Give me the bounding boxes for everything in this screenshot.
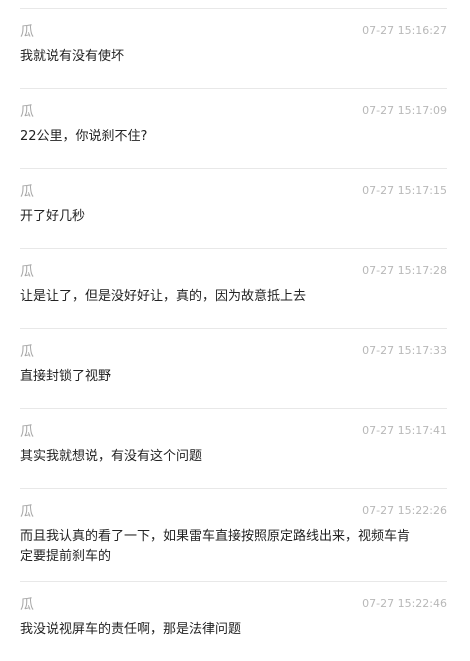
message-timestamp: 07-27 15:17:15 xyxy=(362,184,447,197)
chat-message: 瓜 07-27 15:17:33 直接封锁了视野 xyxy=(20,329,447,409)
chat-message: 瓜 07-27 15:22:26 而且我认真的看了一下，如果雷车直接按照原定路线… xyxy=(20,489,447,582)
message-sender: 瓜 xyxy=(20,104,34,120)
message-sender: 瓜 xyxy=(20,344,34,360)
message-sender: 瓜 xyxy=(20,424,34,440)
message-text: 我没说视屏车的责任啊，那是法律问题 xyxy=(20,622,242,637)
message-text: 其实我就想说，有没有这个问题 xyxy=(20,449,203,464)
message-timestamp: 07-27 15:16:27 xyxy=(362,24,447,37)
message-timestamp: 07-27 15:17:33 xyxy=(362,344,447,357)
chat-message: 瓜 07-27 15:17:41 其实我就想说，有没有这个问题 xyxy=(20,409,447,489)
chat-message-list: 瓜 07-27 15:16:27 我就说有没有使坏 瓜 07-27 15:17:… xyxy=(20,0,447,661)
message-timestamp: 07-27 15:17:28 xyxy=(362,264,447,277)
message-sender: 瓜 xyxy=(20,504,34,520)
message-timestamp: 07-27 15:17:41 xyxy=(362,424,447,437)
message-text: 22公里，你说刹不住? xyxy=(20,129,148,144)
message-timestamp: 07-27 15:17:09 xyxy=(362,104,447,117)
chat-message: 瓜 07-27 15:17:09 22公里，你说刹不住? xyxy=(20,89,447,169)
chat-message: 瓜 07-27 15:22:46 我没说视屏车的责任啊，那是法律问题 xyxy=(20,582,447,661)
message-sender: 瓜 xyxy=(20,597,34,613)
message-sender: 瓜 xyxy=(20,24,34,40)
message-text: 直接封锁了视野 xyxy=(20,369,112,384)
message-timestamp: 07-27 15:22:46 xyxy=(362,597,447,610)
message-text: 而且我认真的看了一下，如果雷车直接按照原定路线出来，视频车肯定要提前刹车的 xyxy=(20,529,411,564)
message-text: 开了好几秒 xyxy=(20,209,86,224)
chat-message: 瓜 07-27 15:16:27 我就说有没有使坏 xyxy=(20,9,447,89)
message-text: 让是让了，但是没好好让，真的，因为故意抵上去 xyxy=(20,289,307,304)
message-sender: 瓜 xyxy=(20,264,34,280)
top-divider xyxy=(20,0,447,9)
message-sender: 瓜 xyxy=(20,184,34,200)
message-timestamp: 07-27 15:22:26 xyxy=(362,504,447,517)
message-text: 我就说有没有使坏 xyxy=(20,49,125,64)
chat-message: 瓜 07-27 15:17:28 让是让了，但是没好好让，真的，因为故意抵上去 xyxy=(20,249,447,329)
chat-message: 瓜 07-27 15:17:15 开了好几秒 xyxy=(20,169,447,249)
